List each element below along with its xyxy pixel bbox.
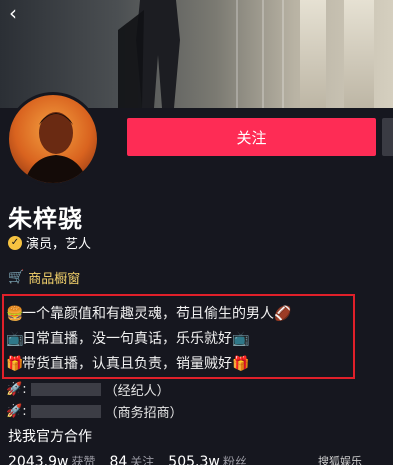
followers-stat[interactable]: 505.3w 粉丝 bbox=[168, 453, 247, 465]
contact-agent: 🚀 : （经纪人） bbox=[6, 382, 170, 399]
rocket-icon: 🚀 bbox=[6, 404, 23, 419]
official-cooperation-link[interactable]: 找我官方合作 bbox=[8, 426, 92, 446]
bio-line: 🎁带货直播，认真且负责，销量贼好🎁 bbox=[6, 353, 250, 373]
rocket-icon: 🚀 bbox=[6, 382, 23, 397]
cover-column bbox=[344, 0, 374, 108]
redacted-contact bbox=[30, 383, 101, 396]
verification-text: 演员，艺人 bbox=[26, 237, 92, 252]
bio-text: 带货直播，认真且负责，销量贼好 bbox=[22, 356, 232, 372]
gift-icon: 🎁 bbox=[232, 356, 250, 372]
bio-line: 🍔一个靠颜值和有趣灵魂，苟且偷生的男人🏈 bbox=[6, 303, 292, 323]
shop-window-link[interactable]: 🛒 商品橱窗 bbox=[8, 268, 80, 287]
verification-row: ✓ 演员，艺人 bbox=[8, 233, 91, 252]
tv-icon: 📺 bbox=[232, 331, 250, 347]
bio-text: 日常直播，没一句真话，乐乐就好 bbox=[22, 331, 232, 347]
contact-role: （经纪人） bbox=[104, 384, 170, 399]
football-icon: 🏈 bbox=[274, 306, 292, 322]
cover-figure bbox=[118, 0, 180, 108]
bio-line: 📺日常直播，没一句真话，乐乐就好📺 bbox=[6, 328, 250, 348]
watermark: 搜狐娱乐 bbox=[318, 455, 362, 465]
gift-icon: 🎁 bbox=[6, 356, 24, 372]
bio-text: 一个靠颜值和有趣灵魂，苟且偷生的男人 bbox=[22, 306, 274, 322]
redacted-contact bbox=[30, 405, 101, 418]
back-button[interactable]: ‹ bbox=[0, 0, 26, 26]
cover-column bbox=[300, 0, 326, 108]
contact-role: （商务招商） bbox=[104, 406, 183, 421]
profile-stats: 2043.9w 获赞 84 关注 505.3w 粉丝 bbox=[8, 453, 247, 465]
shopping-cart-icon: 🛒 bbox=[8, 270, 25, 285]
avatar-portrait bbox=[24, 112, 88, 183]
shop-window-label: 商品橱窗 bbox=[28, 272, 81, 287]
likes-stat[interactable]: 2043.9w 获赞 bbox=[8, 453, 95, 465]
tv-icon: 📺 bbox=[6, 331, 24, 347]
burger-icon: 🍔 bbox=[6, 306, 24, 322]
more-options-button[interactable] bbox=[382, 118, 393, 156]
profile-name: 朱梓骁 bbox=[8, 205, 83, 233]
cover-arch bbox=[262, 0, 264, 108]
following-stat[interactable]: 84 关注 bbox=[109, 453, 154, 465]
back-arrow-icon: ‹ bbox=[9, 1, 17, 25]
contact-business: 🚀 : （商务招商） bbox=[6, 404, 183, 421]
avatar[interactable] bbox=[6, 92, 100, 186]
follow-button[interactable]: 关注 bbox=[127, 118, 376, 156]
verified-badge-icon: ✓ bbox=[8, 235, 22, 250]
cover-arch bbox=[282, 0, 284, 108]
cover-arch bbox=[236, 0, 238, 108]
follow-button-label: 关注 bbox=[236, 128, 267, 147]
